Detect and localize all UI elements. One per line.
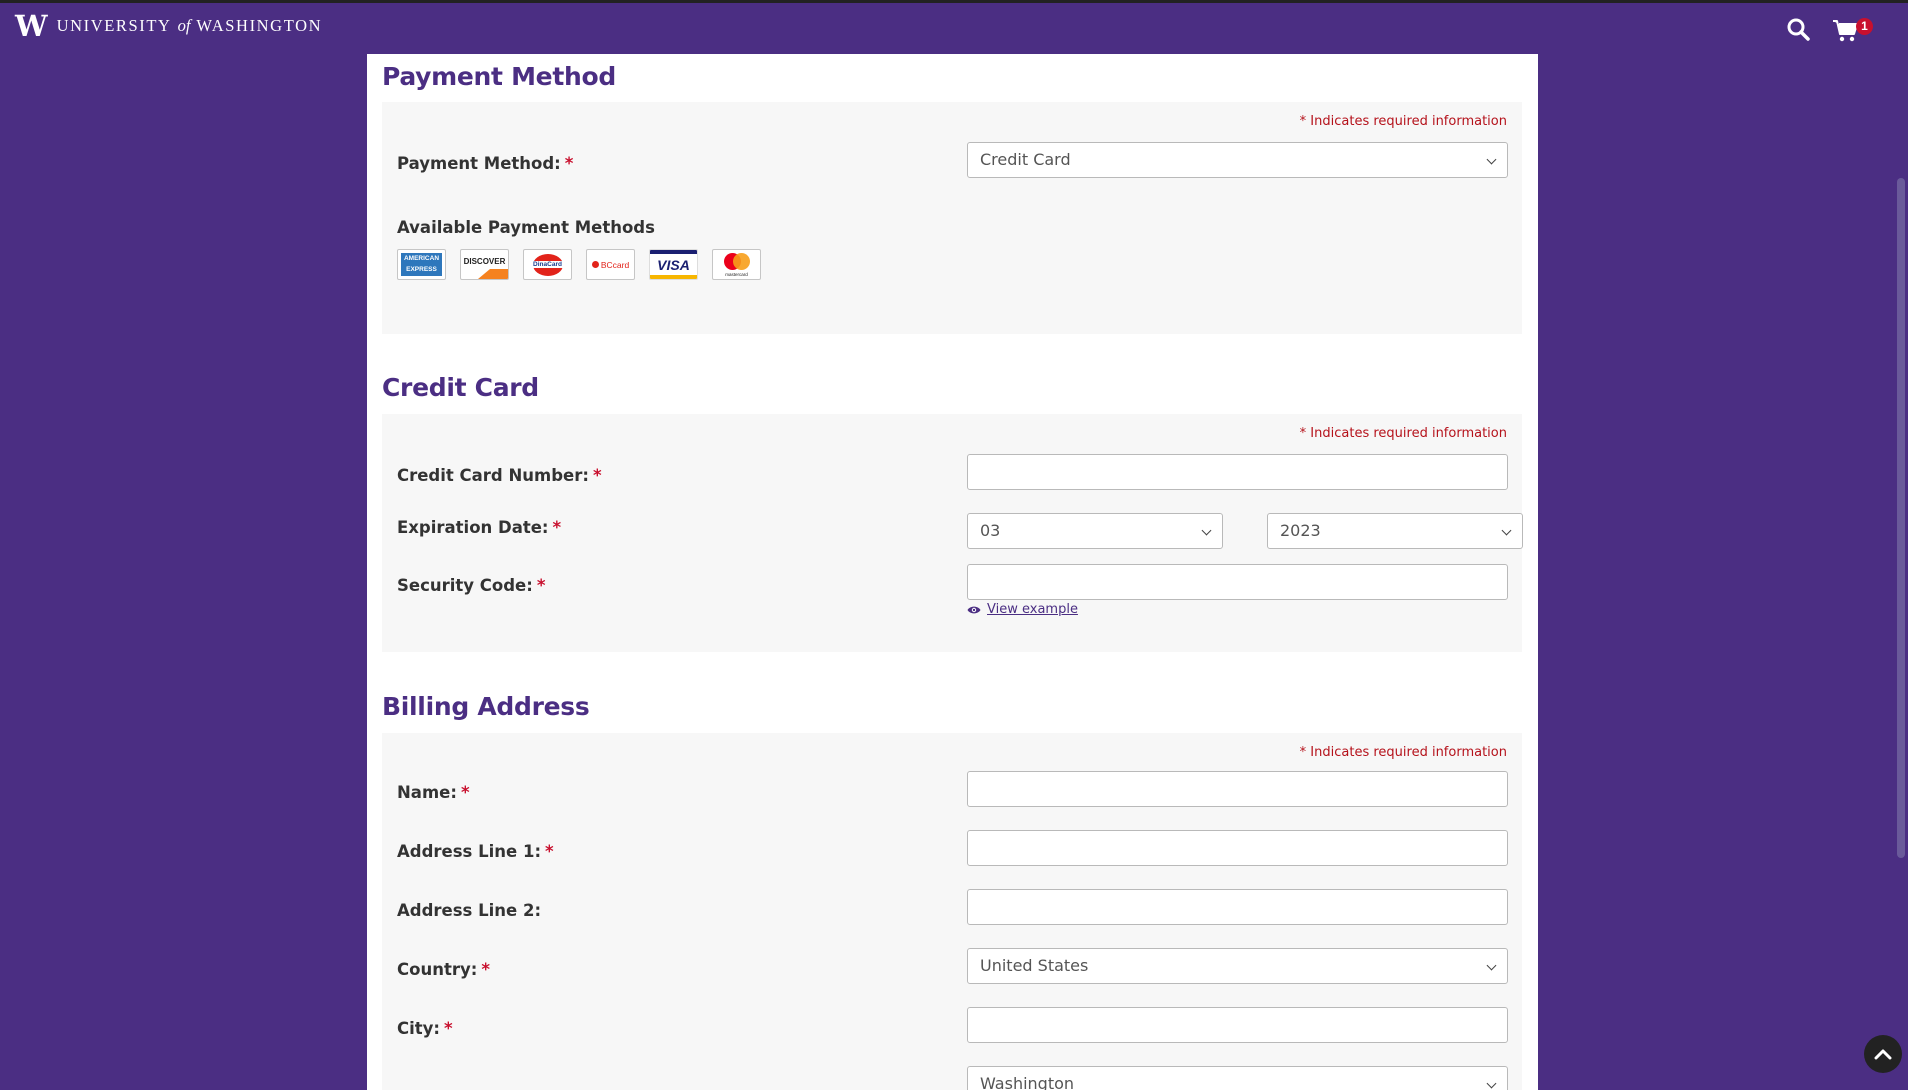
wordmark-university: UNIVERSITY — [56, 16, 172, 35]
state-selected: Washington — [980, 1074, 1075, 1090]
required-note: * Indicates required information — [1299, 426, 1507, 441]
payment-method-selected: Credit Card — [980, 150, 1071, 169]
visa-card-icon: VISA — [649, 249, 698, 280]
credit-card-number-label: Credit Card Number: * — [397, 466, 602, 485]
credit-card-panel: * Indicates required information Credit … — [382, 414, 1523, 652]
country-label: Country: * — [397, 960, 490, 979]
credit-card-title: Credit Card — [382, 373, 539, 402]
available-payment-methods-heading: Available Payment Methods — [397, 218, 655, 237]
top-bar: W UNIVERSITY of WASHINGTON 1 — [0, 0, 1908, 54]
bccard-icon: BCcard — [586, 249, 635, 280]
required-note: * Indicates required information — [1299, 114, 1507, 129]
chevron-up-icon — [1874, 1049, 1892, 1060]
payment-method-title: Payment Method — [382, 62, 616, 91]
address-line-1-label: Address Line 1: * — [397, 842, 554, 861]
address-line-2-input[interactable] — [967, 889, 1508, 925]
state-select[interactable]: Washington — [967, 1066, 1508, 1090]
payment-method-select[interactable]: Credit Card — [967, 142, 1508, 178]
cart-button[interactable]: 1 — [1832, 16, 1873, 44]
address-line-1-input[interactable] — [967, 830, 1508, 866]
wordmark-washington: WASHINGTON — [196, 16, 323, 35]
search-button[interactable] — [1786, 17, 1812, 43]
city-label: City: * — [397, 1019, 453, 1038]
required-note: * Indicates required information — [1299, 745, 1507, 760]
expiration-month-value: 03 — [980, 521, 1001, 540]
credit-card-number-input[interactable] — [967, 454, 1508, 490]
cart-count-badge: 1 — [1856, 18, 1873, 35]
name-label: Name: * — [397, 783, 470, 802]
country-selected: United States — [980, 956, 1089, 975]
checkout-content: Payment Method * Indicates required info… — [367, 54, 1538, 1090]
security-code-input[interactable] — [967, 564, 1508, 600]
uw-logo-link[interactable]: W UNIVERSITY of WASHINGTON — [15, 9, 323, 43]
billing-address-panel: * Indicates required information Name: * … — [382, 733, 1522, 1090]
city-input[interactable] — [967, 1007, 1508, 1043]
mastercard-icon: mastercard — [712, 249, 761, 280]
expiration-year-select[interactable]: 2023 — [1267, 513, 1523, 549]
expiration-month-select[interactable]: 03 — [967, 513, 1223, 549]
payment-method-panel: * Indicates required information Payment… — [382, 102, 1522, 334]
dinacard-icon: DinaCard — [523, 249, 572, 280]
uw-wordmark: UNIVERSITY of WASHINGTON — [57, 16, 323, 36]
wordmark-of: of — [177, 16, 191, 35]
name-input[interactable] — [967, 771, 1508, 807]
billing-address-title: Billing Address — [382, 692, 590, 721]
shopping-cart-icon — [1833, 20, 1858, 42]
expiration-date-label: Expiration Date: * — [397, 518, 562, 537]
expiration-year-value: 2023 — [1280, 521, 1321, 540]
uw-w-logo: W — [15, 9, 48, 43]
discover-card-icon: DISCOVER — [460, 249, 509, 280]
scrollbar-thumb[interactable] — [1897, 178, 1905, 858]
payment-method-label: Payment Method: * — [397, 154, 574, 173]
amex-card-icon: AMERICAN EXPRESS — [397, 249, 446, 280]
view-example-link[interactable]: View example — [967, 602, 1078, 617]
eye-icon — [967, 606, 981, 613]
security-code-label: Security Code: * — [397, 576, 546, 595]
page-scrollbar[interactable] — [1894, 54, 1908, 1090]
address-line-2-label: Address Line 2: — [397, 901, 542, 920]
payment-card-logos: AMERICAN EXPRESS DISCOVER DinaCard BCcar… — [397, 249, 761, 280]
back-to-top-button[interactable] — [1864, 1035, 1902, 1073]
search-icon — [1787, 18, 1810, 41]
country-select[interactable]: United States — [967, 948, 1508, 984]
